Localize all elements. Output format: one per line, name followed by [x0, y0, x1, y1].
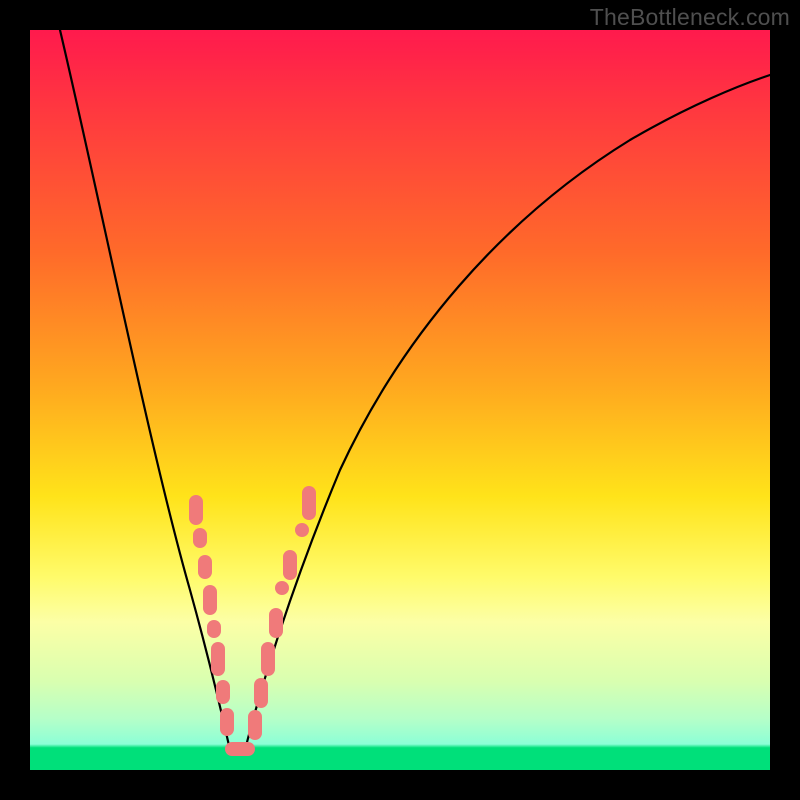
blob [302, 486, 316, 520]
watermark-text: TheBottleneck.com [590, 4, 790, 31]
blob [254, 678, 268, 708]
blob [193, 528, 207, 548]
blob [275, 581, 289, 595]
blob [261, 642, 275, 676]
blob [207, 620, 221, 638]
left-arm-blobs [189, 495, 234, 736]
blob [248, 710, 262, 740]
blob [283, 550, 297, 580]
blob [295, 523, 309, 537]
chart-frame: TheBottleneck.com [0, 0, 800, 800]
blob [203, 585, 217, 615]
blob [225, 742, 255, 756]
blob [211, 642, 225, 676]
blob [198, 555, 212, 579]
blob [269, 608, 283, 638]
notch-blobs [225, 742, 255, 756]
chart-plot-area [30, 30, 770, 770]
bottleneck-curve [30, 30, 770, 770]
blob [216, 680, 230, 704]
right-arm-blobs [248, 486, 316, 740]
curve-path [60, 30, 770, 750]
blob [189, 495, 203, 525]
blob [220, 708, 234, 736]
